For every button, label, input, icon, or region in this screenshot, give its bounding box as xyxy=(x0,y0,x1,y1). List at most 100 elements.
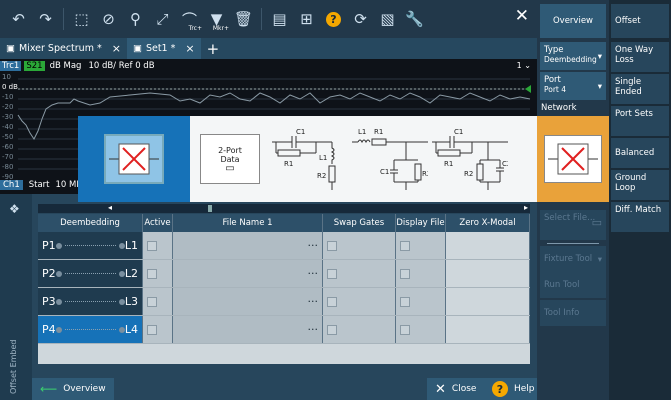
print-icon[interactable]: ▤ xyxy=(267,5,292,33)
file-name-cell[interactable]: ··· xyxy=(173,316,323,343)
windows-icon[interactable]: ⊞ xyxy=(294,5,319,33)
diff-match-softkey[interactable]: Diff. Match xyxy=(611,202,669,232)
run-tool-softkey[interactable]: Run Tool xyxy=(540,272,606,298)
table-row[interactable]: P3 L3 ··· xyxy=(38,288,530,316)
swap-gates-checkbox[interactable] xyxy=(327,268,337,279)
network-option-c1r1l1r2[interactable]: C1 R1 L1 R2 xyxy=(270,119,350,199)
trace-name[interactable]: Trc1 xyxy=(0,61,22,71)
redo-icon[interactable]: ↷ xyxy=(33,5,58,33)
overview-button[interactable]: ⟵ Overview xyxy=(32,378,114,400)
wrench-icon[interactable]: 🔧 xyxy=(402,5,427,33)
close-tab-icon[interactable]: × xyxy=(112,42,121,55)
display-file-cell[interactable] xyxy=(396,232,446,259)
table-row-selected[interactable]: P4 L4 ··· xyxy=(38,316,530,344)
zoom-icon[interactable]: ⬚ xyxy=(69,5,94,33)
browse-dots[interactable]: ··· xyxy=(308,323,319,336)
browse-dots[interactable]: ··· xyxy=(308,295,319,308)
swap-gates-checkbox[interactable] xyxy=(327,296,337,307)
active-checkbox[interactable] xyxy=(147,324,157,335)
help-button[interactable]: ? Help xyxy=(484,378,543,400)
zoom-reset-icon[interactable]: ⊘ xyxy=(96,5,121,33)
port-sets-softkey[interactable]: Port Sets xyxy=(611,106,669,136)
add-marker-icon[interactable]: ▼ Mkr+ xyxy=(204,5,229,33)
browse-dots[interactable]: ··· xyxy=(308,267,319,280)
offset-embed-sheet: ❖ Offset Embed ◂ ▸ Deembedding Active Fi… xyxy=(0,194,543,400)
trace-scale[interactable]: 10 dB/ Ref 0 dB xyxy=(86,61,156,71)
active-checkbox[interactable] xyxy=(147,240,157,251)
network-option-thru[interactable] xyxy=(78,116,190,202)
tab-mixer-spectrum[interactable]: ▣ Mixer Spectrum * × xyxy=(0,38,127,59)
display-file-checkbox[interactable] xyxy=(400,324,410,335)
active-cell[interactable] xyxy=(143,288,173,315)
scroll-thumb[interactable] xyxy=(208,205,212,212)
one-way-loss-softkey[interactable]: One Way Loss xyxy=(611,42,669,72)
tool-info-softkey[interactable]: Tool Info xyxy=(540,300,606,326)
browse-dots[interactable]: ··· xyxy=(308,239,319,252)
display-icon[interactable]: ▧ xyxy=(375,5,400,33)
type-softkey[interactable]: Type Deembedding ▾ xyxy=(540,42,606,70)
deembed-cell[interactable]: P1 L1 xyxy=(38,232,143,259)
display-file-cell[interactable] xyxy=(396,288,446,315)
active-cell[interactable] xyxy=(143,316,173,343)
active-cell[interactable] xyxy=(143,232,173,259)
close-button[interactable]: ✕ Close xyxy=(427,378,485,400)
fullscreen-icon[interactable]: ⤢ xyxy=(150,5,175,33)
close-tab-icon[interactable]: × xyxy=(185,42,194,55)
add-trace-icon[interactable]: ⌒ Trc+ xyxy=(177,5,202,33)
link-label: L4 xyxy=(124,323,138,336)
trace-badge[interactable]: 1 ⌄ xyxy=(517,61,531,70)
channel-info[interactable]: Ch1 Start 10 MHz xyxy=(0,180,87,190)
refresh-icon[interactable]: ⟳ xyxy=(348,5,373,33)
select-file-softkey[interactable]: Select File... ▭ xyxy=(540,210,606,240)
close-toolbar-button[interactable]: ✕ xyxy=(515,6,529,26)
swap-gates-cell[interactable] xyxy=(323,260,396,287)
deembed-cell[interactable]: P4 L4 xyxy=(38,316,143,343)
file-name-cell[interactable]: ··· xyxy=(173,232,323,259)
horizontal-scrollbar[interactable]: ◂ ▸ xyxy=(38,203,530,213)
single-ended-softkey[interactable]: Single Ended xyxy=(611,74,669,104)
scroll-left-icon[interactable]: ◂ xyxy=(108,203,112,212)
deembed-cell[interactable]: P2 L2 xyxy=(38,260,143,287)
active-cell[interactable] xyxy=(143,260,173,287)
active-checkbox[interactable] xyxy=(147,268,157,279)
scroll-right-icon[interactable]: ▸ xyxy=(524,203,528,212)
swap-gates-checkbox[interactable] xyxy=(327,324,337,335)
table-row[interactable]: P1 L1 ··· xyxy=(38,232,530,260)
tab-set1[interactable]: ▣ Set1 * × xyxy=(126,38,201,59)
swap-gates-cell[interactable] xyxy=(323,288,396,315)
display-file-checkbox[interactable] xyxy=(400,296,410,307)
fixture-tool-softkey[interactable]: Fixture Tool ▾ xyxy=(540,246,606,272)
table-row[interactable]: P2 L2 ··· xyxy=(38,260,530,288)
swap-gates-cell[interactable] xyxy=(323,232,396,259)
display-file-cell[interactable] xyxy=(396,260,446,287)
display-file-checkbox[interactable] xyxy=(400,240,410,251)
network-option-l1r1c1r2[interactable]: L1 R1 C1 R2 xyxy=(350,119,430,199)
zoom-fit-icon[interactable]: ⚲ xyxy=(123,5,148,33)
overview-softkey[interactable]: Overview xyxy=(540,4,606,38)
network-option-2port[interactable]: 2-Port Data ▭ xyxy=(190,119,270,199)
link-line xyxy=(64,245,116,246)
trace-param[interactable]: S21 xyxy=(24,61,45,71)
trace-info[interactable]: Trc1 S21 dB Mag 10 dB/ Ref 0 dB xyxy=(0,61,157,71)
file-name-cell[interactable]: ··· xyxy=(173,260,323,287)
file-name-cell[interactable]: ··· xyxy=(173,288,323,315)
balanced-softkey[interactable]: Balanced xyxy=(611,138,669,168)
trace-format[interactable]: dB Mag xyxy=(48,61,84,71)
display-file-cell[interactable] xyxy=(396,316,446,343)
swap-gates-cell[interactable] xyxy=(323,316,396,343)
column-header: Display File xyxy=(396,214,446,232)
network-option-c1r1r2c2[interactable]: C1 R1 R2 C2 xyxy=(430,119,510,199)
svg-text:C1: C1 xyxy=(380,168,389,176)
offset-softkey[interactable]: Offset xyxy=(611,4,669,38)
display-file-checkbox[interactable] xyxy=(400,268,410,279)
add-tab-button[interactable]: + xyxy=(201,40,226,58)
deembed-cell[interactable]: P3 L3 xyxy=(38,288,143,315)
port-softkey[interactable]: Port Port 4 ▾ xyxy=(540,72,606,100)
settings-icon[interactable]: ❖ xyxy=(9,202,20,216)
active-checkbox[interactable] xyxy=(147,296,157,307)
swap-gates-checkbox[interactable] xyxy=(327,240,337,251)
ground-loop-softkey[interactable]: Ground Loop xyxy=(611,170,669,200)
help-icon[interactable]: ? xyxy=(321,5,346,33)
delete-icon[interactable]: 🗑 xyxy=(231,5,256,33)
undo-icon[interactable]: ↶ xyxy=(6,5,31,33)
